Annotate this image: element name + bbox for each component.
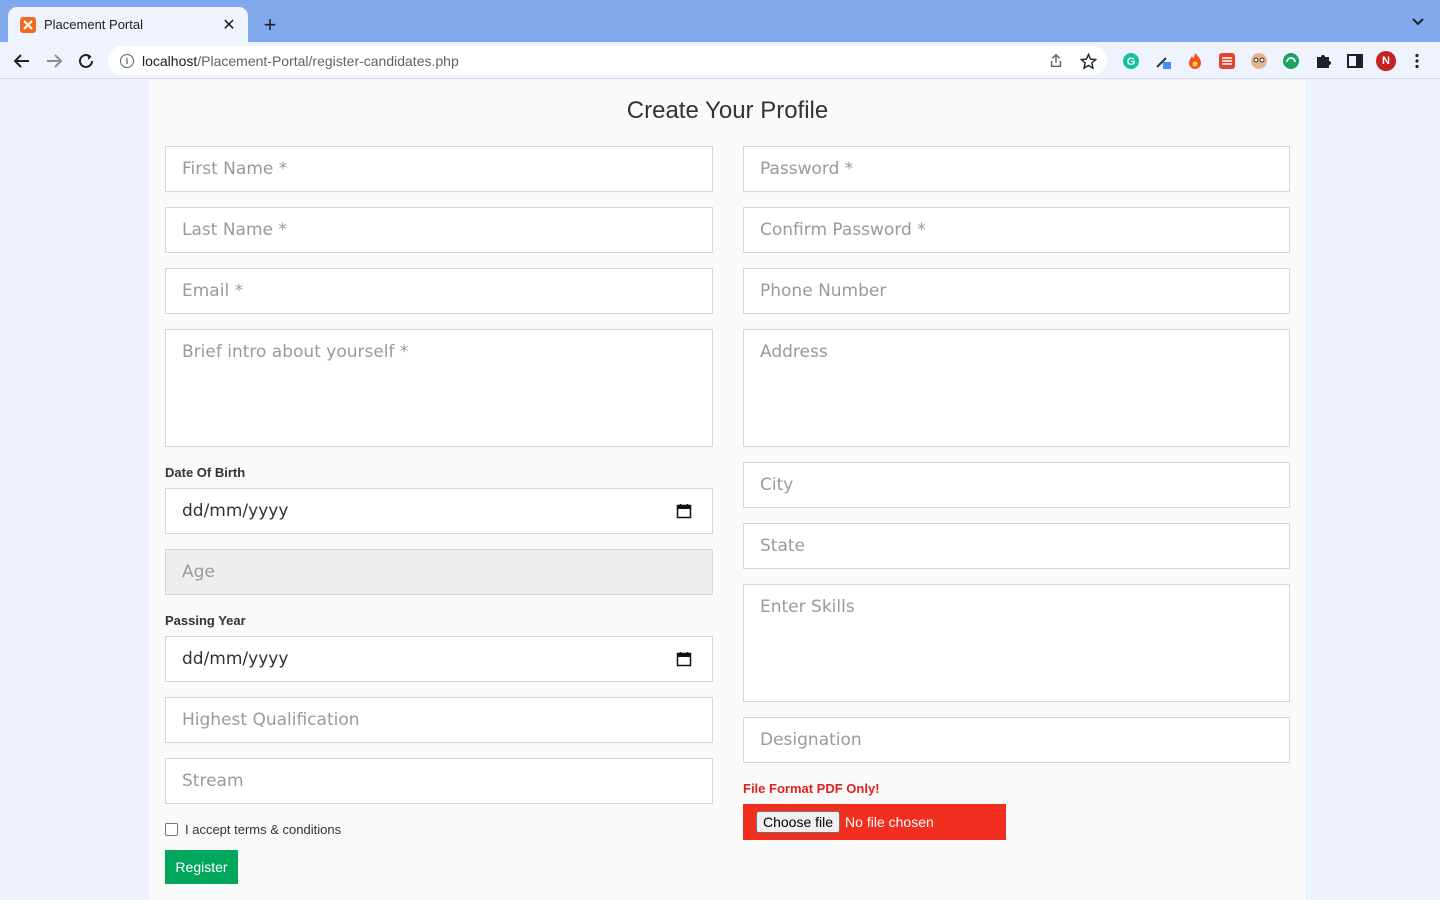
intro-textarea[interactable]: Brief intro about yourself *: [165, 329, 713, 447]
dob-date-input[interactable]: dd/mm/yyyy: [165, 488, 713, 534]
skills-textarea[interactable]: Enter Skills: [743, 584, 1290, 702]
address-textarea[interactable]: Address: [743, 329, 1290, 447]
forward-arrow-icon[interactable]: [43, 50, 65, 72]
browser-toolbar: i localhost/Placement-Portal/register-ca…: [0, 42, 1440, 79]
color-picker-icon[interactable]: [1152, 50, 1174, 72]
tab-title: Placement Portal: [44, 17, 143, 32]
first-name-input[interactable]: First Name *: [165, 146, 713, 192]
confirm-password-input[interactable]: Confirm Password *: [743, 207, 1290, 253]
passing-year-date-input[interactable]: dd/mm/yyyy: [165, 636, 713, 682]
grammarly-icon[interactable]: G: [1120, 50, 1142, 72]
todoist-icon[interactable]: [1216, 50, 1238, 72]
xampp-favicon-icon: [20, 16, 36, 33]
fire-extension-icon[interactable]: [1184, 50, 1206, 72]
browser-tab[interactable]: Placement Portal ✕: [8, 7, 248, 42]
calendar-icon[interactable]: [676, 651, 692, 667]
calendar-icon[interactable]: [676, 503, 692, 519]
side-panel-icon[interactable]: [1344, 50, 1366, 72]
puzzle-extensions-icon[interactable]: [1312, 50, 1334, 72]
email-input[interactable]: Email *: [165, 268, 713, 314]
last-name-input[interactable]: Last Name *: [165, 207, 713, 253]
qualification-input[interactable]: Highest Qualification: [165, 697, 713, 743]
browser-tabstrip: Placement Portal ✕ +: [0, 0, 1440, 42]
choose-file-button[interactable]: Choose file: [756, 811, 841, 833]
url-path: /Placement-Portal/register-candidates.ph…: [197, 52, 459, 69]
age-input: Age: [165, 549, 713, 595]
back-arrow-icon[interactable]: [11, 50, 33, 72]
url-host: localhost: [142, 52, 198, 69]
file-status: No file chosen: [845, 814, 934, 830]
passing-year-label: Passing Year: [165, 613, 246, 628]
address-bar[interactable]: i localhost/Placement-Portal/register-ca…: [108, 46, 1107, 75]
new-tab-icon[interactable]: +: [258, 12, 282, 37]
terms-row: I accept terms & conditions: [165, 822, 341, 837]
extensions-row: G N: [1120, 50, 1428, 72]
close-icon[interactable]: ✕: [220, 16, 238, 34]
face-extension-icon[interactable]: [1248, 50, 1270, 72]
page-title: Create Your Profile: [626, 97, 829, 124]
register-button[interactable]: Register: [165, 850, 238, 884]
phone-input[interactable]: Phone Number: [743, 268, 1290, 314]
headset-extension-icon[interactable]: [1280, 50, 1302, 72]
passing-year-value: dd/mm/yyyy: [182, 649, 289, 669]
reload-icon[interactable]: [75, 50, 97, 72]
profile-avatar[interactable]: N: [1376, 51, 1396, 71]
city-input[interactable]: City: [743, 462, 1290, 508]
bookmark-star-icon[interactable]: [1079, 52, 1097, 70]
stream-input[interactable]: Stream: [165, 758, 713, 804]
chevron-down-icon[interactable]: [1410, 14, 1426, 30]
designation-input[interactable]: Designation: [743, 717, 1290, 763]
dob-label: Date Of Birth: [165, 465, 246, 480]
kebab-menu-icon[interactable]: [1406, 50, 1428, 72]
svg-text:G: G: [1127, 56, 1136, 68]
dob-value: dd/mm/yyyy: [182, 501, 289, 521]
resume-file-input[interactable]: Choose file No file chosen: [743, 804, 1006, 840]
registration-card: Create Your Profile First Name * Last Na…: [150, 80, 1305, 900]
terms-label[interactable]: I accept terms & conditions: [185, 822, 341, 837]
file-format-label: File Format PDF Only!: [743, 781, 880, 796]
password-input[interactable]: Password *: [743, 146, 1290, 192]
terms-checkbox[interactable]: [165, 823, 178, 836]
info-icon[interactable]: i: [120, 53, 134, 68]
share-icon[interactable]: [1047, 52, 1065, 70]
state-input[interactable]: State: [743, 523, 1290, 569]
